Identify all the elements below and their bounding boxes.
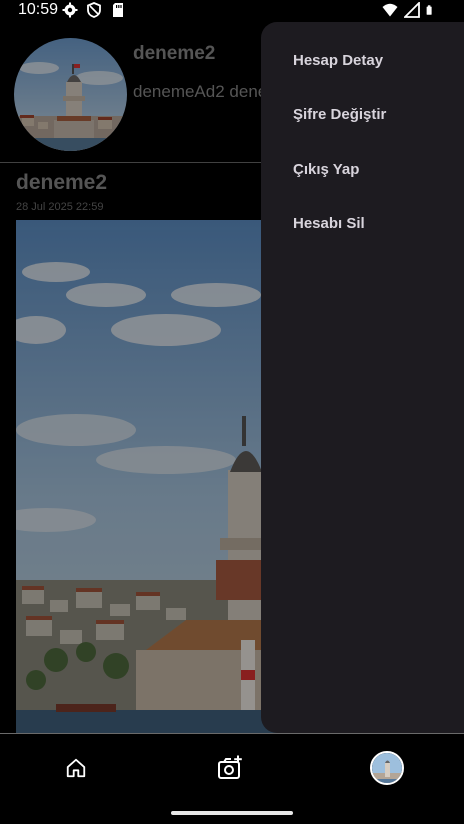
profile-avatar <box>14 38 127 151</box>
post-username[interactable]: deneme2 <box>16 171 107 195</box>
status-icons-left <box>62 2 126 18</box>
drawer-item-account-details[interactable]: Hesap Detay <box>293 52 383 69</box>
bottom-nav <box>0 734 464 824</box>
status-icons-right <box>382 2 436 18</box>
post-date: 28 Jul 2025 22:59 <box>16 201 104 213</box>
nav-add-photo-button[interactable] <box>212 750 248 786</box>
status-bar: 10:59 <box>0 0 464 22</box>
nav-home-button[interactable] <box>58 750 94 786</box>
side-drawer: Hesap Detay Şifre Değiştir Çıkış Yap Hes… <box>261 22 464 733</box>
wifi-icon <box>382 3 398 17</box>
home-icon <box>66 758 86 778</box>
battery-icon <box>426 5 432 15</box>
gesture-navigation-bar[interactable] <box>171 811 293 815</box>
sd-card-icon <box>113 3 123 17</box>
profile-avatar <box>370 751 404 785</box>
maidens-tower-photo <box>372 753 402 783</box>
drawer-item-logout[interactable]: Çıkış Yap <box>293 161 359 178</box>
signal-icon <box>404 2 420 18</box>
profile-username: deneme2 <box>133 43 216 64</box>
nav-profile-button[interactable] <box>369 750 405 786</box>
shield-icon <box>87 2 101 18</box>
drawer-item-delete-account[interactable]: Hesabı Sil <box>293 215 365 232</box>
gear-icon <box>62 2 78 18</box>
status-time: 10:59 <box>18 1 59 18</box>
add-photo-icon <box>218 755 242 779</box>
maidens-tower-photo <box>14 38 127 151</box>
drawer-item-change-password[interactable]: Şifre Değiştir <box>293 106 386 123</box>
